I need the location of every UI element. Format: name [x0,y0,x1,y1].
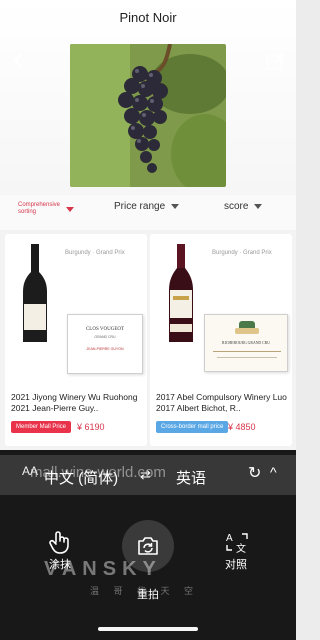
watermark-subtitle: 温 哥 华 天 空 [90,586,200,596]
product-price: ¥ 6190 [77,422,105,432]
share-icon[interactable] [265,52,285,72]
wine-label-image: CLOS VOUGEOT GRAND CRU JEAN-PIERRE GUYON [67,314,143,374]
product-region: Burgundy · Grand Prix [212,250,272,256]
price-range-dropdown[interactable]: Price range [114,201,180,212]
app-screen: Pinot Noir Comprehensive sorting Price r… [0,0,296,640]
grape-photo [70,44,226,187]
home-indicator[interactable] [98,627,198,631]
translate-compare-icon: A 文 [226,533,248,554]
label-divider [217,357,277,358]
product-card[interactable]: Burgundy · Grand Prix CLOS VOUGEOT GRAND… [5,234,147,446]
text-size-icon[interactable]: AA [22,464,38,478]
product-grid: Burgundy · Grand Prix CLOS VOUGEOT GRAND… [0,230,296,450]
score-label: score [224,201,249,212]
page-title: Pinot Noir [119,10,177,25]
swap-languages-icon[interactable]: ⇄ [140,467,151,483]
translation-language-bar: mall.wine-world.com AA 中文 (简体) ⇄ 英语 ↻ ^ [0,455,296,495]
sort-dropdown[interactable]: Comprehensive sorting [18,202,75,216]
product-price: ¥ 4850 [228,422,256,432]
caret-down-icon [171,204,180,209]
label-crest-ribbon [235,328,259,334]
sort-label-line2: sorting [18,209,37,215]
wine-label-title: CLOS VOUGEOT [85,327,125,332]
svg-text:A: A [226,533,233,544]
target-language-button[interactable]: 英语 [176,467,206,488]
product-name: 2021 Jiyong Winery Wu Ruohong 2021 Jean-… [11,392,138,413]
price-type-badge: Cross-border mall price [156,421,229,433]
wine-label-title: RICHEBOURG GRAND CRU [222,341,270,345]
wine-label-producer: JEAN-PIERRE GUYON [86,347,124,351]
compare-tool-button[interactable]: A 文 对照 [206,530,266,572]
source-language-button[interactable]: 中文 (简体) [44,467,118,488]
label-divider [213,351,281,352]
back-icon[interactable] [10,52,28,70]
hand-pointer-icon [49,531,69,554]
filter-bar: Comprehensive sorting Price range score [0,195,296,230]
wine-label-image: RICHEBOURG GRAND CRU [204,314,288,372]
price-range-label: Price range [114,201,166,212]
wine-label-subtitle: GRAND CRU [94,335,116,339]
sort-label: Comprehensive sorting [18,202,60,216]
score-dropdown[interactable]: score [224,201,263,212]
wine-bottle-image [169,244,193,342]
svg-text:文: 文 [236,542,246,554]
caret-down-icon [254,204,263,209]
caret-down-icon [66,206,75,212]
watermark-logo: VANSKY [44,558,162,580]
chevron-up-icon[interactable]: ^ [270,464,277,480]
wine-bottle-image [23,244,47,342]
refresh-icon[interactable]: ↻ [248,463,261,483]
product-name: 2017 Abel Compulsory Winery Luo 2017 Alb… [156,392,287,413]
header: Pinot Noir [0,0,296,195]
compare-label: 对照 [225,559,247,571]
product-card[interactable]: Burgundy · Grand Prix RICHEBOURG GRAND C… [150,234,292,446]
product-region: Burgundy · Grand Prix [65,250,125,256]
sort-label-line1: Comprehensive [18,202,61,208]
price-type-badge: Member Mall Price [11,421,72,433]
